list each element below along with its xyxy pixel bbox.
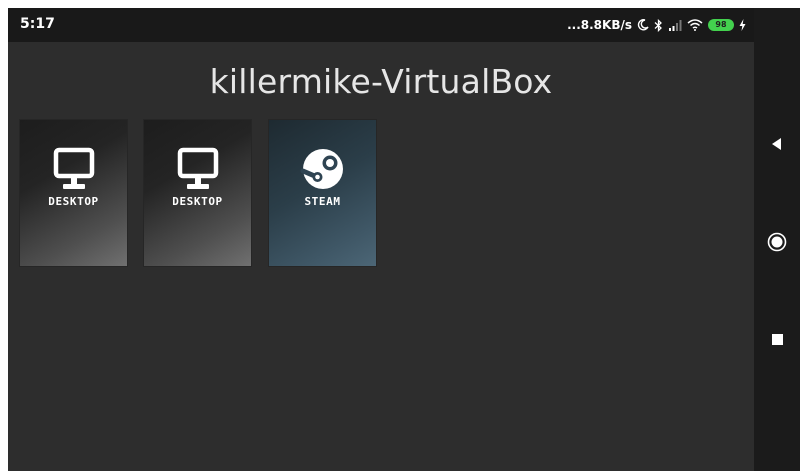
app-main: killermike-VirtualBox DESKTOP DESKTOP ST…: [8, 42, 754, 471]
home-button[interactable]: [754, 232, 800, 252]
moon-icon: [637, 19, 649, 31]
tile-label: STEAM: [304, 195, 341, 208]
monitor-icon: [177, 147, 218, 189]
status-icons: ...8.8KB/s 98: [567, 16, 746, 34]
monitor-icon: [53, 147, 94, 189]
tile-desktop-2[interactable]: DESKTOP: [144, 120, 251, 266]
cell-signal-icon: [669, 20, 682, 31]
recents-icon: [771, 334, 783, 345]
wifi-icon: [687, 19, 703, 31]
tile-steam[interactable]: STEAM: [269, 120, 376, 266]
battery-icon: 98: [708, 19, 734, 31]
back-icon: [772, 138, 781, 150]
recents-button[interactable]: [754, 333, 800, 346]
host-title: killermike-VirtualBox: [209, 62, 553, 101]
tile-label: DESKTOP: [172, 195, 223, 208]
back-button[interactable]: [754, 137, 800, 151]
home-icon: [767, 232, 787, 252]
bluetooth-icon: [654, 18, 662, 32]
network-speed: ...8.8KB/s: [567, 18, 632, 32]
status-time: 5:17: [20, 16, 55, 32]
tile-label: DESKTOP: [48, 195, 99, 208]
charging-icon: [739, 19, 746, 31]
steam-icon: [300, 149, 343, 189]
status-bar: 5:17 ...8.8KB/s 98: [8, 8, 754, 42]
nav-bar: [754, 8, 800, 471]
tile-desktop-1[interactable]: DESKTOP: [20, 120, 127, 266]
phone-screen: 5:17 ...8.8KB/s 98 killermike-VirtualBox…: [8, 8, 800, 471]
